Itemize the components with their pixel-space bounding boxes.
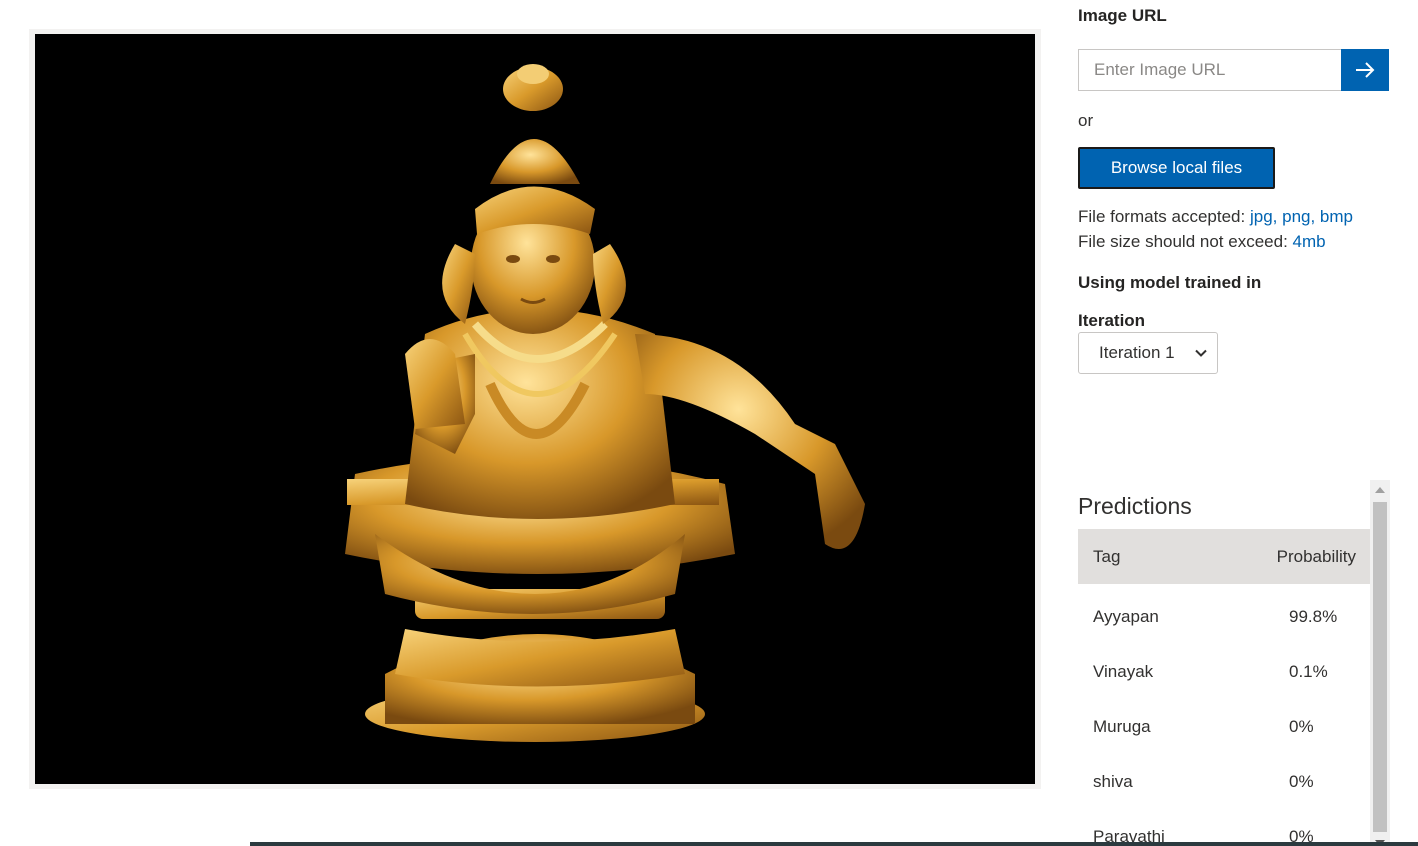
uploaded-image [35,34,1035,784]
triangle-up-icon [1375,487,1385,493]
file-size-value: 4mb [1292,232,1326,251]
table-row: shiva 0% [1078,749,1370,804]
scroll-up-arrow[interactable] [1370,480,1390,500]
iteration-select[interactable]: Iteration 1 [1078,332,1218,374]
predictions-table-header: Tag Probability [1078,529,1370,584]
file-formats-info: File formats accepted: jpg, png, bmp [1078,207,1353,227]
iteration-select-value: Iteration 1 [1099,343,1175,362]
table-row: Ayyapan 99.8% [1078,584,1370,639]
chevron-down-icon [1195,349,1207,357]
table-row: Vinayak 0.1% [1078,639,1370,694]
row-probability: 0% [1289,717,1314,736]
image-url-row [1078,49,1389,91]
row-tag: Ayyapan [1093,607,1159,626]
control-panel: Image URL or Browse local files File for… [1078,0,1398,846]
image-url-input[interactable] [1078,49,1341,91]
predictions-table: Tag Probability Ayyapan 99.8% Vinayak 0.… [1078,529,1370,846]
image-url-label: Image URL [1078,6,1167,25]
predictions-scrollbar[interactable] [1370,480,1390,846]
submit-url-button[interactable] [1341,49,1389,91]
row-probability: 99.8% [1289,607,1338,626]
row-probability: 0.1% [1289,662,1328,681]
arrow-right-icon [1356,62,1375,78]
model-label: Using model trained in [1078,273,1262,292]
column-header-probability: Probability [1276,547,1356,566]
row-tag: Vinayak [1093,662,1154,681]
or-separator: or [1078,111,1094,130]
browse-local-files-button[interactable]: Browse local files [1078,147,1275,189]
file-size-info: File size should not exceed: 4mb [1078,232,1326,252]
predictions-title: Predictions [1078,493,1192,519]
file-formats-value: jpg, png, bmp [1249,207,1353,226]
image-preview-frame [29,29,1041,789]
row-tag: shiva [1093,772,1133,791]
iteration-label: Iteration [1078,311,1146,330]
file-formats-label: File formats accepted: [1078,207,1246,226]
statue-illustration [35,34,1035,784]
file-size-label: File size should not exceed: [1078,232,1288,251]
row-tag: Muruga [1093,717,1151,736]
scroll-thumb[interactable] [1373,502,1387,832]
bottom-edge-strip [250,842,1418,846]
table-row: Paravathi 0% [1078,804,1370,846]
column-header-tag: Tag [1093,547,1121,566]
table-row: Muruga 0% [1078,694,1370,749]
row-probability: 0% [1289,772,1314,791]
predictions-panel: Predictions Tag Probability Ayyapan 99.8… [1078,480,1390,846]
